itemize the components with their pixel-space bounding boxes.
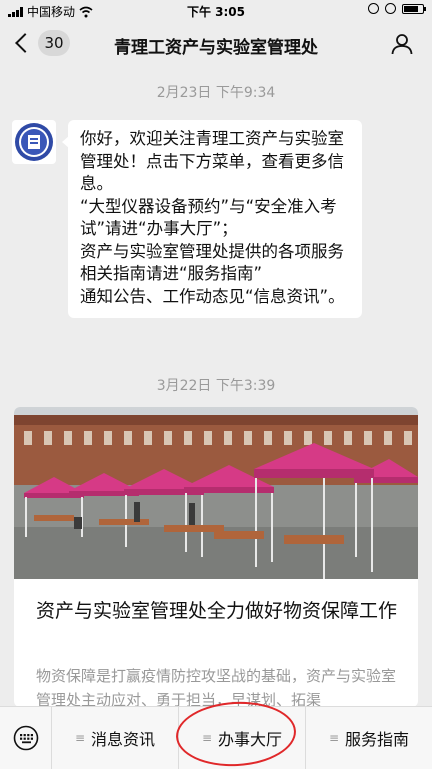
menu-list-icon: ≡ xyxy=(201,731,213,745)
message-timestamp-2: 3月22日 下午3:39 xyxy=(156,378,276,394)
welcome-message-bubble: 你好，欢迎关注青理工资产与实验室管理处！点击下方菜单，查看更多信息。 “大型仪器… xyxy=(62,120,362,318)
menu-item-label: 办事大厅 xyxy=(218,730,283,749)
status-right xyxy=(368,3,426,14)
chat-header: 30 青理工资产与实验室管理处 xyxy=(0,22,432,66)
article-title: 资产与实验室管理处全力做好物资保障工作 xyxy=(36,600,398,622)
article-summary: 物资保障是打赢疫情防控攻坚战的基础，资产与实验室管理处主动应对、勇于担当，早谋划… xyxy=(36,667,397,707)
keyboard-toggle-button[interactable] xyxy=(0,707,52,769)
menu-item-label: 消息资讯 xyxy=(91,730,156,749)
rotation-lock-icon xyxy=(368,3,379,14)
alarm-icon xyxy=(385,3,396,14)
keyboard-icon xyxy=(13,725,38,751)
account-avatar[interactable] xyxy=(12,120,56,164)
menu-item-service-hall[interactable]: ≡ 办事大厅 xyxy=(178,707,305,769)
menu-list-icon: ≡ xyxy=(74,731,86,745)
menu-list-icon: ≡ xyxy=(328,731,340,745)
bottom-menu: ≡ 消息资讯 ≡ 办事大厅 ≡ 服务指南 xyxy=(0,706,432,769)
battery-level xyxy=(404,5,418,12)
menu-item-service-guide[interactable]: ≡ 服务指南 xyxy=(305,707,432,769)
page-title: 青理工资产与实验室管理处 xyxy=(114,38,318,58)
article-cover-image xyxy=(14,407,418,579)
message-timestamp: 2月23日 下午9:34 xyxy=(156,85,276,101)
status-bar: 中国移动 下午 3:05 xyxy=(0,0,432,22)
battery-icon xyxy=(402,3,426,14)
menu-item-label: 服务指南 xyxy=(345,730,410,749)
profile-icon[interactable] xyxy=(390,32,414,56)
university-seal-icon xyxy=(15,123,53,161)
article-card[interactable]: 资产与实验室管理处全力做好物资保障工作 物资保障是打赢疫情防控攻坚战的基础，资产… xyxy=(14,407,418,707)
menu-item-news[interactable]: ≡ 消息资讯 xyxy=(52,707,178,769)
